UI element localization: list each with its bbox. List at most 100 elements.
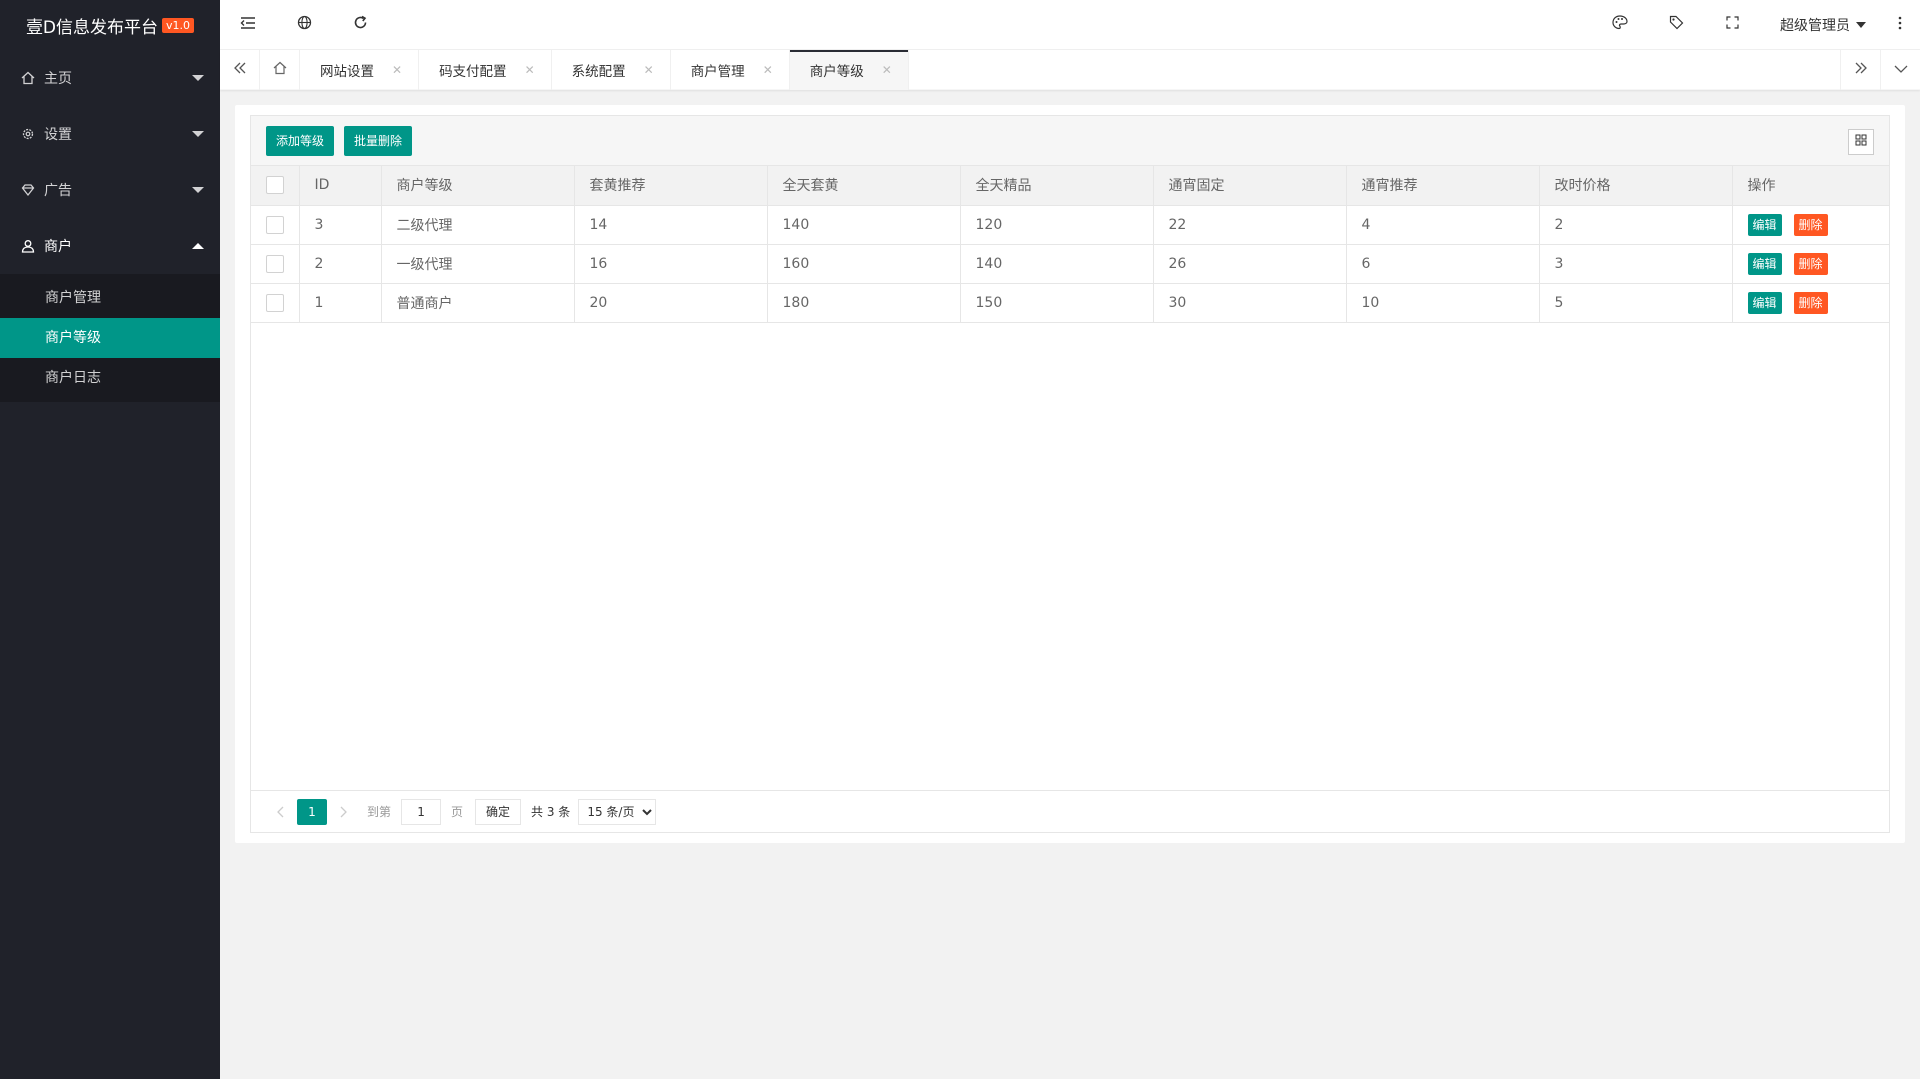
tab-label: 系统配置 [571,64,626,80]
sidebar-subitem-merchant-manage[interactable]: 商户管理 [0,278,220,318]
sidebar-item-merchant[interactable]: 商户 [0,218,220,274]
close-icon[interactable]: ✕ [644,63,654,77]
diamond-icon [20,182,36,198]
caret-up-icon [192,243,204,249]
goto-confirm-button[interactable]: 确定 [475,798,522,825]
tab-label: 商户等级 [809,64,864,80]
page-unit-label: 页 [451,805,464,819]
table-cell: 26 [1153,244,1347,284]
goto-page-input[interactable] [401,798,442,825]
tabs-list: 网站设置 ✕ 码支付配置 ✕ 系统配置 ✕ 商户管理 ✕ 商户等级 ✕ [300,50,1840,90]
table-toolbar: 添加等级 批量删除 [251,116,1889,166]
table-cell: 1 [299,283,382,323]
table-cell: 一级代理 [381,244,575,284]
prev-page-button[interactable] [269,799,291,825]
refresh-button[interactable] [332,0,388,50]
fullscreen-button[interactable] [1704,0,1760,50]
more-button[interactable] [1880,0,1920,50]
tab-label: 商户管理 [690,64,745,80]
delete-button[interactable]: 删除 [1793,213,1828,236]
table-row: 1 普通商户 20 180 150 30 10 5 编辑 删除 [251,283,1889,323]
edit-button[interactable]: 编辑 [1747,252,1782,275]
table-row: 3 二级代理 14 140 120 22 4 2 编辑 删除 [251,205,1889,245]
tab-home[interactable] [260,50,300,90]
table-header-row: ID 商户等级 套黄推荐 全天套黄 全天精品 通宵固定 通宵推荐 改时价格 操作 [251,166,1889,206]
tab-site-settings[interactable]: 网站设置 ✕ [300,50,420,90]
edit-button[interactable]: 编辑 [1747,291,1782,314]
close-icon[interactable]: ✕ [525,63,535,77]
tab-merchant-level[interactable]: 商户等级 ✕ [789,50,909,90]
column-header[interactable]: 改时价格 [1539,166,1733,206]
actions-cell: 编辑 删除 [1732,283,1889,323]
sidebar-item-settings[interactable]: 设置 [0,106,220,162]
website-button[interactable] [276,0,332,50]
table-cell: 3 [1539,244,1733,284]
column-header: 操作 [1732,166,1889,206]
column-header[interactable]: 全天精品 [960,166,1154,206]
caret-down-icon [192,75,204,81]
user-icon [20,238,36,254]
edit-button[interactable]: 编辑 [1747,213,1782,236]
row-checkbox-cell [251,283,300,323]
close-icon[interactable]: ✕ [392,63,402,77]
sidebar: 壹D信息发布平台 v1.0 主页 设置 广告 商户 商户管理 商户等级 商户日志 [0,0,220,1079]
more-vertical-icon [1898,16,1902,34]
close-icon[interactable]: ✕ [882,63,892,77]
table-cell: 30 [1153,283,1347,323]
tab-label: 网站设置 [320,64,374,80]
sidebar-item-home[interactable]: 主页 [0,50,220,106]
palette-icon [1612,15,1628,34]
sidebar-subitem-merchant-log[interactable]: 商户日志 [0,358,220,398]
table-cell: 2 [1539,205,1733,245]
page-size-select[interactable]: 15 条/页 [578,798,657,825]
logo: 壹D信息发布平台 v1.0 [0,0,220,50]
table-cell: 普通商户 [381,283,575,323]
tabs-scroll-left-button[interactable] [220,50,260,90]
tab-code-pay[interactable]: 码支付配置 ✕ [419,50,552,90]
actions-cell: 编辑 删除 [1732,244,1889,284]
column-header[interactable]: 商户等级 [381,166,575,206]
add-level-button[interactable]: 添加等级 [266,125,335,156]
notes-button[interactable] [1648,0,1704,50]
gear-icon [20,126,36,142]
column-filter-button[interactable] [1848,129,1874,155]
user-menu[interactable]: 超级管理员 [1760,15,1880,35]
theme-button[interactable] [1592,0,1648,50]
row-checkbox[interactable] [266,215,284,234]
sidebar-item-ads[interactable]: 广告 [0,162,220,218]
current-page[interactable]: 1 [297,798,327,825]
row-checkbox[interactable] [266,293,284,312]
table-cell: 120 [960,205,1154,245]
row-checkbox-cell [251,205,300,245]
table-cell: 4 [1346,205,1540,245]
table-cell: 6 [1346,244,1540,284]
next-page-button[interactable] [333,799,355,825]
table-cell: 150 [960,283,1154,323]
delete-button[interactable]: 删除 [1793,291,1828,314]
fullscreen-icon [1725,16,1739,33]
delete-button[interactable]: 删除 [1793,252,1828,275]
table-cell: 160 [767,244,961,284]
tabs-scroll-right-button[interactable] [1840,50,1880,90]
column-header[interactable]: ID [299,166,382,206]
top-header: 超级管理员 [220,0,1920,50]
row-checkbox[interactable] [266,254,284,273]
column-header[interactable]: 全天套黄 [767,166,961,206]
select-all-checkbox[interactable] [266,176,284,195]
tab-system-config[interactable]: 系统配置 ✕ [552,50,671,90]
column-header[interactable]: 通宵推荐 [1346,166,1540,206]
tabs-menu-button[interactable] [1880,50,1920,90]
tab-merchant-manage[interactable]: 商户管理 ✕ [671,50,790,90]
column-header[interactable]: 通宵固定 [1153,166,1347,206]
close-icon[interactable]: ✕ [763,63,773,77]
home-icon [20,70,36,86]
menu-fold-icon [240,16,256,34]
goto-label: 到第 [367,805,392,819]
sidebar-item-label: 设置 [44,127,72,143]
tab-label: 码支付配置 [439,64,507,80]
table-cell: 16 [574,244,768,284]
sidebar-subitem-merchant-level[interactable]: 商户等级 [0,318,220,358]
batch-delete-button[interactable]: 批量删除 [344,125,413,156]
toggle-menu-button[interactable] [220,0,276,50]
column-header[interactable]: 套黄推荐 [574,166,768,206]
